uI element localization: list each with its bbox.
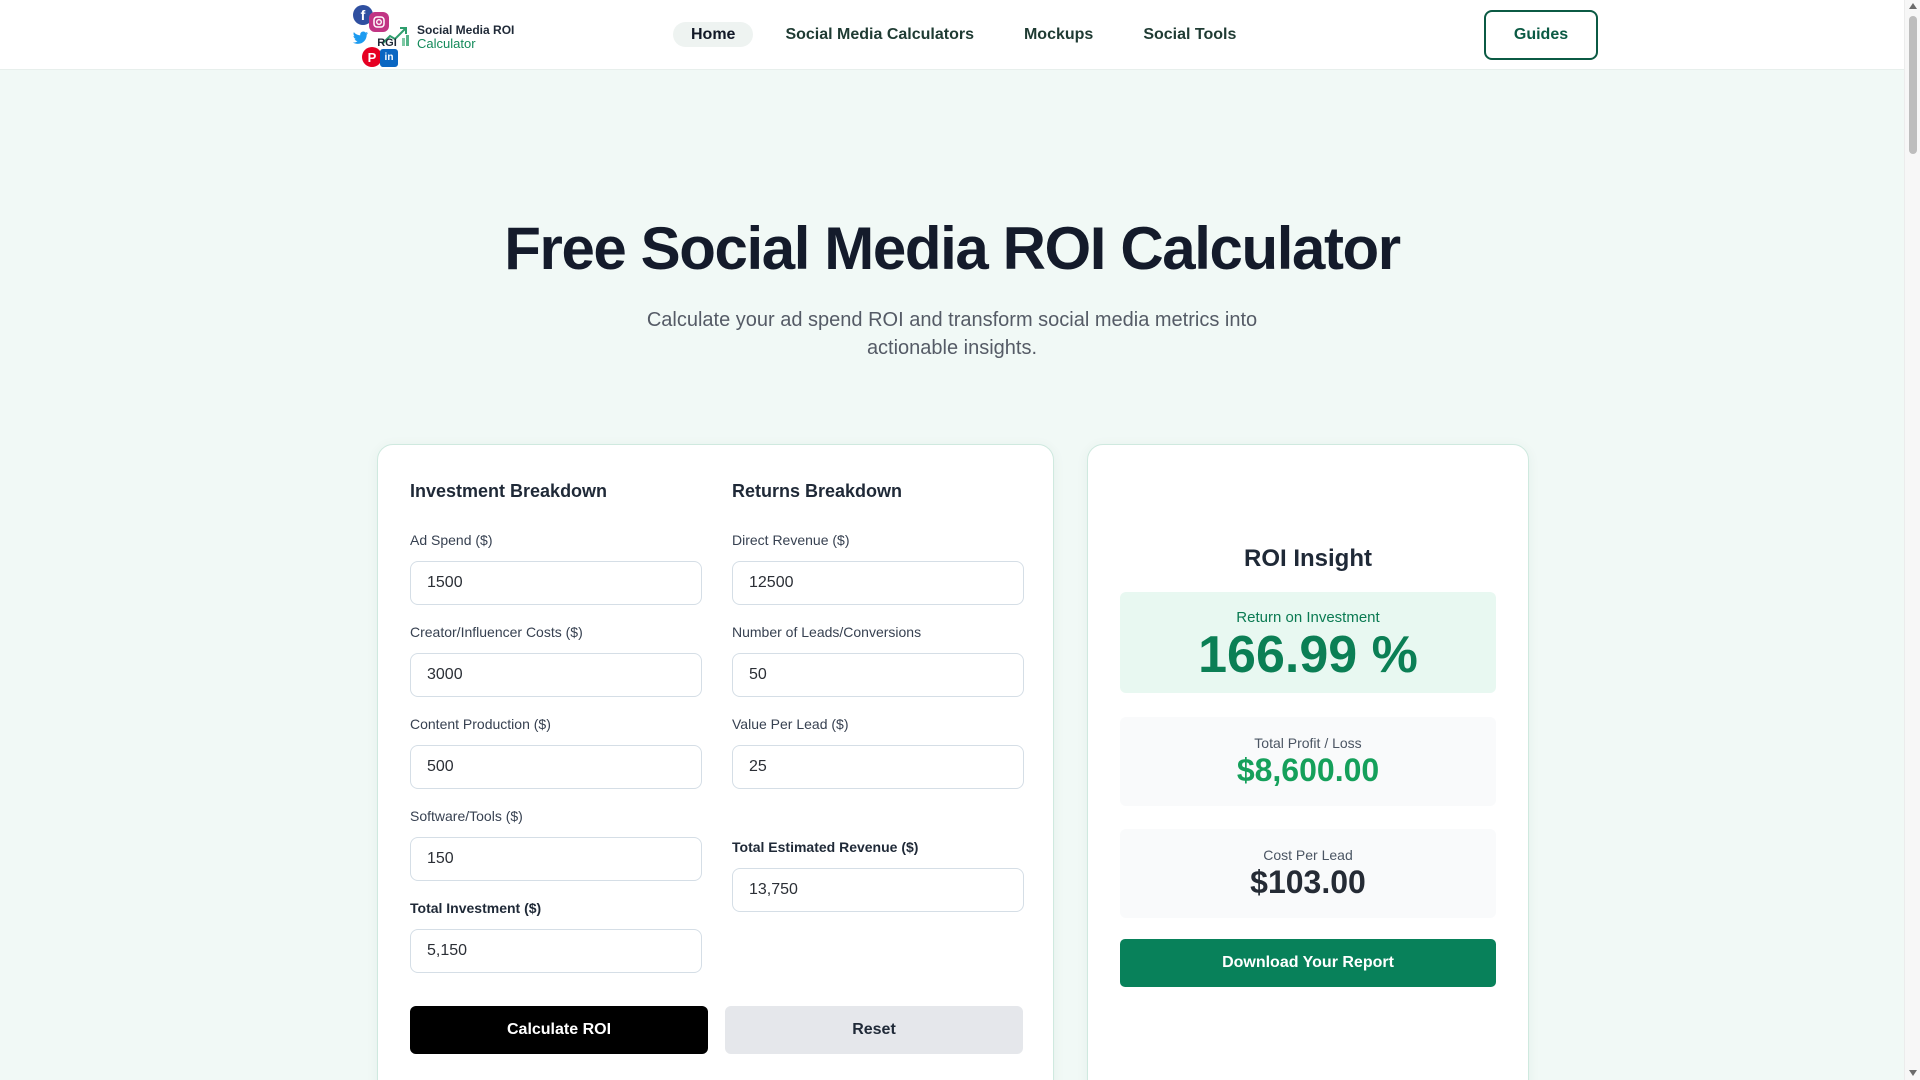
content-production-label: Content Production ($) bbox=[410, 716, 551, 732]
leads-conversions-input[interactable] bbox=[732, 653, 1024, 697]
scrollbar-thumb[interactable] bbox=[1909, 16, 1917, 154]
roi-result-box: Return on Investment 166.99 % bbox=[1120, 592, 1496, 693]
site-header: f RGI P in Social Media ROI Calculator H… bbox=[0, 0, 1904, 70]
download-report-button[interactable]: Download Your Report bbox=[1120, 939, 1496, 987]
brand-name-line1: Social Media ROI bbox=[417, 23, 515, 37]
creator-costs-input[interactable] bbox=[410, 653, 702, 697]
leads-conversions-label: Number of Leads/Conversions bbox=[732, 624, 922, 640]
direct-revenue-input[interactable] bbox=[732, 561, 1024, 605]
ad-spend-input[interactable] bbox=[410, 561, 702, 605]
main-nav: Home Social Media Calculators Mockups So… bbox=[673, 22, 1268, 47]
roi-label: Return on Investment bbox=[1236, 609, 1380, 626]
roi-insight-card: ROI Insight Return on Investment 166.99 … bbox=[1087, 444, 1529, 1080]
nav-item-mockups[interactable]: Mockups bbox=[1006, 22, 1111, 47]
software-tools-input[interactable] bbox=[410, 837, 702, 881]
nav-item-social-media-calculators[interactable]: Social Media Calculators bbox=[767, 22, 992, 47]
content-production-input[interactable] bbox=[410, 745, 702, 789]
nav-item-social-tools[interactable]: Social Tools bbox=[1125, 22, 1254, 47]
cost-per-lead-box: Cost Per Lead $103.00 bbox=[1120, 829, 1496, 918]
total-investment-field bbox=[410, 929, 702, 973]
twitter-icon bbox=[352, 29, 370, 47]
profit-box: Total Profit / Loss $8,600.00 bbox=[1120, 717, 1496, 806]
cost-per-lead-value: $103.00 bbox=[1250, 864, 1366, 900]
page-scrollbar[interactable] bbox=[1904, 0, 1920, 1080]
software-tools-label: Software/Tools ($) bbox=[410, 808, 523, 824]
calculator-card: Investment Breakdown Ad Spend ($) Creato… bbox=[377, 444, 1054, 1080]
guides-button[interactable]: Guides bbox=[1484, 10, 1598, 60]
returns-title: Returns Breakdown bbox=[732, 481, 903, 501]
ad-spend-label: Ad Spend ($) bbox=[410, 532, 493, 548]
page-title: Free Social Media ROI Calculator bbox=[504, 215, 1401, 282]
linkedin-icon: in bbox=[380, 49, 398, 67]
total-revenue-label: Total Estimated Revenue ($) bbox=[732, 839, 919, 855]
value-per-lead-label: Value Per Lead ($) bbox=[732, 716, 849, 732]
brand-logo[interactable]: f RGI P in Social Media ROI Calculator bbox=[352, 4, 514, 67]
value-per-lead-input[interactable] bbox=[732, 745, 1024, 789]
direct-revenue-label: Direct Revenue ($) bbox=[732, 532, 850, 548]
page-subtitle: Calculate your ad spend ROI and transfor… bbox=[646, 309, 1258, 359]
total-investment-label: Total Investment ($) bbox=[410, 900, 542, 916]
profit-value: $8,600.00 bbox=[1236, 752, 1380, 788]
nav-item-home[interactable]: Home bbox=[673, 22, 754, 47]
logo-mark-text: RGI bbox=[377, 36, 397, 49]
total-revenue-field bbox=[732, 868, 1024, 912]
cost-per-lead-label: Cost Per Lead bbox=[1263, 847, 1353, 863]
profit-label: Total Profit / Loss bbox=[1254, 735, 1362, 751]
calculate-roi-button[interactable]: Calculate ROI bbox=[410, 1006, 708, 1054]
pinterest-icon: P bbox=[362, 47, 382, 67]
investment-title: Investment Breakdown bbox=[410, 481, 608, 501]
brand-name: Social Media ROI Calculator bbox=[417, 23, 514, 51]
brand-name-line2: Calculator bbox=[417, 36, 476, 51]
roi-insight-title: ROI Insight bbox=[1244, 545, 1372, 572]
scroll-up-icon[interactable] bbox=[1909, 3, 1917, 9]
reset-button[interactable]: Reset bbox=[725, 1006, 1023, 1054]
logo-mark: f RGI P in bbox=[352, 4, 409, 67]
creator-costs-label: Creator/Influencer Costs ($) bbox=[410, 624, 583, 640]
scroll-down-icon[interactable] bbox=[1909, 1070, 1917, 1076]
roi-value: 166.99 % bbox=[1198, 626, 1418, 684]
